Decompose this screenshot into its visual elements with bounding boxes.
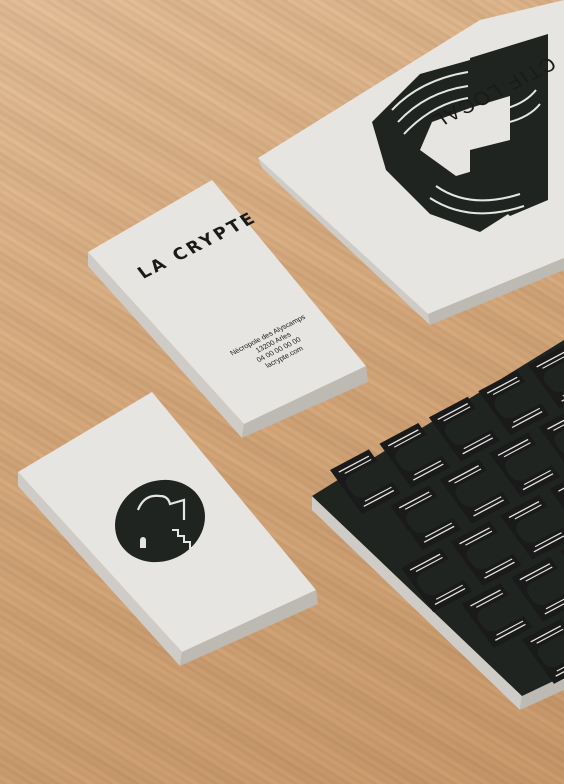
letterhead-card: [258, 0, 564, 325]
icon-card-stack: [18, 392, 318, 666]
stationery-scene: [18, 0, 564, 710]
